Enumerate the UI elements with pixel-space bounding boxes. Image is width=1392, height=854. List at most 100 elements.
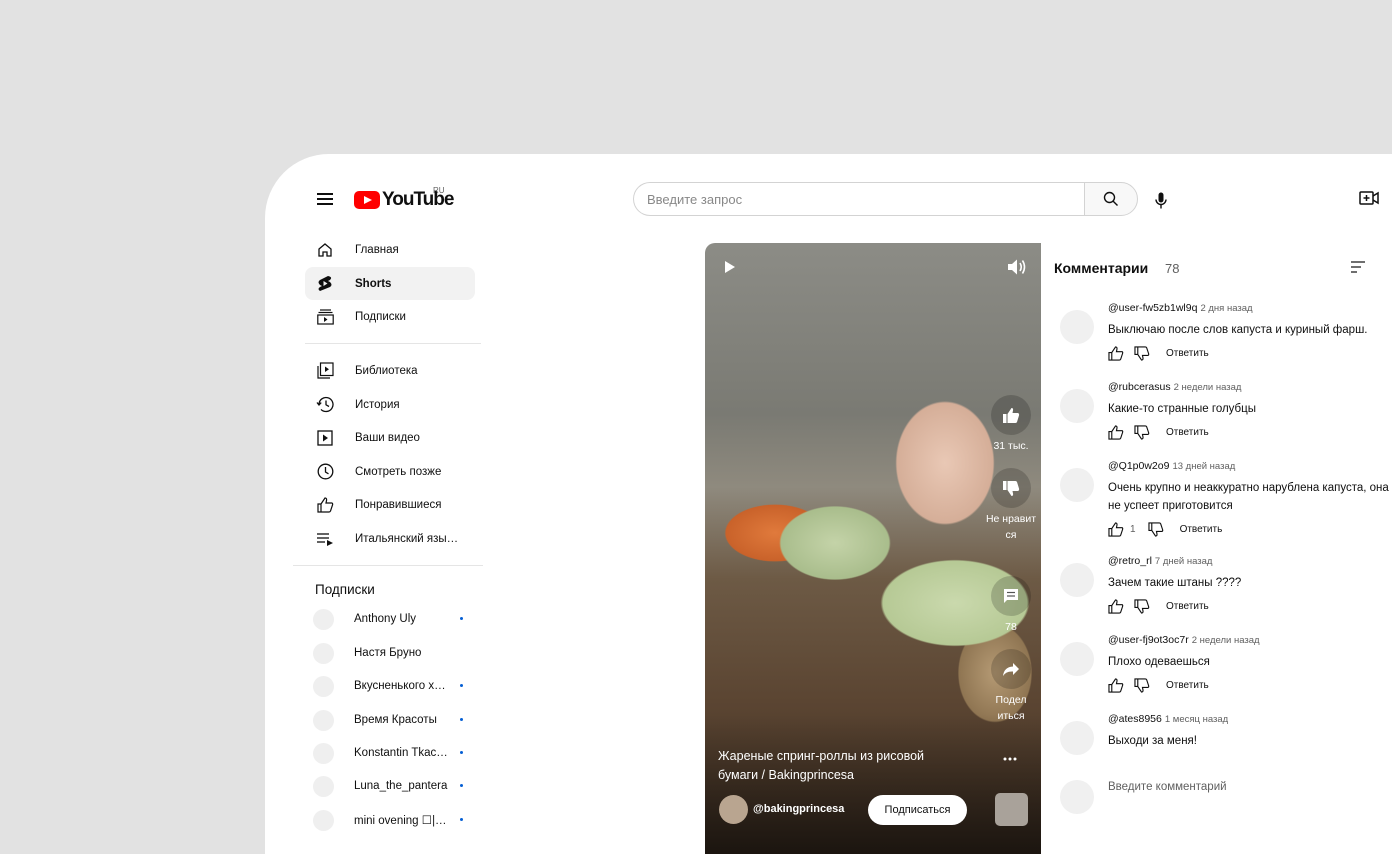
subscription-name: Вкусненького х… <box>354 680 446 692</box>
history-icon <box>315 395 335 415</box>
sidebar-item-shorts[interactable]: Shorts <box>305 267 475 300</box>
like-button[interactable] <box>991 395 1031 435</box>
subscriptions-icon <box>315 307 335 327</box>
more-icon[interactable] <box>1003 757 1017 761</box>
channel-avatar <box>313 608 334 630</box>
comment-actions: Ответить <box>1108 346 1209 361</box>
your-videos-icon <box>315 428 335 448</box>
subscription-item[interactable]: mini ovening ☐|… <box>313 808 463 832</box>
comment-actions: Ответить <box>1108 425 1209 440</box>
sidebar-item-history[interactable]: История <box>305 388 475 421</box>
thumbs-up-icon[interactable] <box>1108 599 1124 614</box>
logo-region: RU <box>433 186 445 195</box>
channel-avatar[interactable] <box>719 795 748 824</box>
comment-time: 1 месяц назад <box>1164 714 1229 725</box>
comment-time: 13 дней назад <box>1172 461 1236 472</box>
subscription-item[interactable]: Anthony Uly <box>313 607 463 631</box>
comment-avatar[interactable] <box>1060 563 1094 597</box>
comment-icon <box>1004 589 1018 603</box>
comment-time: 2 недели назад <box>1191 635 1260 646</box>
reply-button[interactable]: Ответить <box>1166 680 1209 691</box>
subscription-name: Настя Бруно <box>354 647 422 659</box>
search-button[interactable] <box>1084 182 1138 216</box>
comments-button[interactable] <box>991 576 1031 616</box>
playlist-icon <box>315 529 335 549</box>
subscription-item[interactable]: Настя Бруно <box>313 641 463 665</box>
comment-author[interactable]: @ates8956 <box>1108 713 1162 725</box>
thumbs-down-icon <box>1003 480 1020 496</box>
comment-input[interactable]: Введите комментарий <box>1108 781 1227 793</box>
youtube-window: YouTube RU Введите запрос Главная Shorts… <box>265 154 1392 854</box>
comment-author[interactable]: @user-fw5zb1wl9q <box>1108 302 1197 314</box>
sidebar-item-label: Подписки <box>355 310 406 323</box>
channel-avatar <box>313 742 334 764</box>
comments-count: 78 <box>1165 261 1180 276</box>
comments-title: Комментарии <box>1054 260 1149 276</box>
comment-actions: Ответить <box>1108 599 1209 614</box>
comment-avatar[interactable] <box>1060 389 1094 423</box>
subscription-name: Luna_the_pantera <box>354 780 448 792</box>
comment-avatar[interactable] <box>1060 721 1094 755</box>
comment-text: Выходи за меня! <box>1108 735 1197 747</box>
sidebar-divider <box>305 343 481 344</box>
comment-avatar[interactable] <box>1060 310 1094 344</box>
thumbs-up-icon <box>1003 407 1020 423</box>
thumbs-up-icon[interactable] <box>1108 425 1124 440</box>
thumbs-up-icon[interactable] <box>1108 346 1124 361</box>
sidebar-item-label: Смотреть позже <box>355 465 442 478</box>
thumbs-down-icon[interactable] <box>1134 678 1150 693</box>
reply-button[interactable]: Ответить <box>1166 427 1209 438</box>
new-content-dot <box>460 784 463 787</box>
channel-name[interactable]: @bakingprincesa <box>753 803 844 815</box>
comment-like-count: 1 <box>1130 524 1136 535</box>
watch-later-icon <box>315 462 335 482</box>
thumbs-down-icon[interactable] <box>1134 346 1150 361</box>
dislike-label: Не нравит ся <box>985 513 1037 541</box>
reply-button[interactable]: Ответить <box>1166 348 1209 359</box>
create-video-button[interactable] <box>1359 190 1381 210</box>
comment-author[interactable]: @user-fj9ot3oc7r <box>1108 634 1189 646</box>
sidebar-item-label: Библиотека <box>355 364 418 377</box>
reply-button[interactable]: Ответить <box>1166 601 1209 612</box>
play-icon[interactable] <box>724 260 736 274</box>
comment-author[interactable]: @Q1p0w2o9 <box>1108 460 1169 472</box>
dislike-button[interactable] <box>991 468 1031 508</box>
comment-author[interactable]: @rubcerasus <box>1108 381 1171 393</box>
short-video-player[interactable]: 31 тыс. Не нравит ся 78 Подел иться Жаре… <box>705 243 1041 854</box>
comment-avatar[interactable] <box>1060 642 1094 676</box>
microphone-button[interactable] <box>1149 188 1173 212</box>
sidebar-item-liked[interactable]: Понравившиеся <box>305 488 475 521</box>
sidebar-item-label: История <box>355 398 400 411</box>
search-input[interactable]: Введите запрос <box>633 182 1085 216</box>
sidebar-item-label: Понравившиеся <box>355 498 442 511</box>
share-button[interactable] <box>991 649 1031 689</box>
sidebar-item-library[interactable]: Библиотека <box>305 354 475 387</box>
thumbs-down-icon[interactable] <box>1147 522 1164 537</box>
subscription-item[interactable]: Вкусненького х… <box>313 674 463 698</box>
sidebar-item-home[interactable]: Главная <box>305 233 475 266</box>
thumbs-up-icon[interactable] <box>1108 522 1124 537</box>
create-video-icon <box>1359 191 1379 205</box>
sidebar-item-your-videos[interactable]: Ваши видео <box>305 421 475 454</box>
channel-avatar <box>313 775 334 797</box>
thumbs-down-icon[interactable] <box>1134 599 1150 614</box>
sidebar-item-watch-later[interactable]: Смотреть позже <box>305 455 475 488</box>
reply-button[interactable]: Ответить <box>1180 524 1223 535</box>
subscription-item[interactable]: Konstantin Tkac… <box>313 741 463 765</box>
subscription-name: mini ovening ☐|… <box>354 815 447 827</box>
new-content-dot <box>460 617 463 620</box>
sidebar-item-subscriptions[interactable]: Подписки <box>305 300 475 333</box>
subscription-item[interactable]: Luna_the_pantera <box>313 774 463 798</box>
subscribe-button[interactable]: Подписаться <box>868 795 967 825</box>
volume-icon[interactable] <box>1007 258 1027 276</box>
thumbs-down-icon[interactable] <box>1134 425 1150 440</box>
sort-icon[interactable] <box>1350 260 1366 274</box>
subscription-item[interactable]: Время Красоты <box>313 708 463 732</box>
sidebar-item-playlist[interactable]: Итальянский язы… <box>305 522 475 555</box>
comment-avatar[interactable] <box>1060 468 1094 502</box>
comment-author[interactable]: @retro_rl <box>1108 555 1152 567</box>
sound-thumbnail[interactable] <box>995 793 1028 826</box>
search-placeholder: Введите запрос <box>647 191 743 207</box>
menu-icon[interactable] <box>317 193 333 205</box>
thumbs-up-icon[interactable] <box>1108 678 1124 693</box>
